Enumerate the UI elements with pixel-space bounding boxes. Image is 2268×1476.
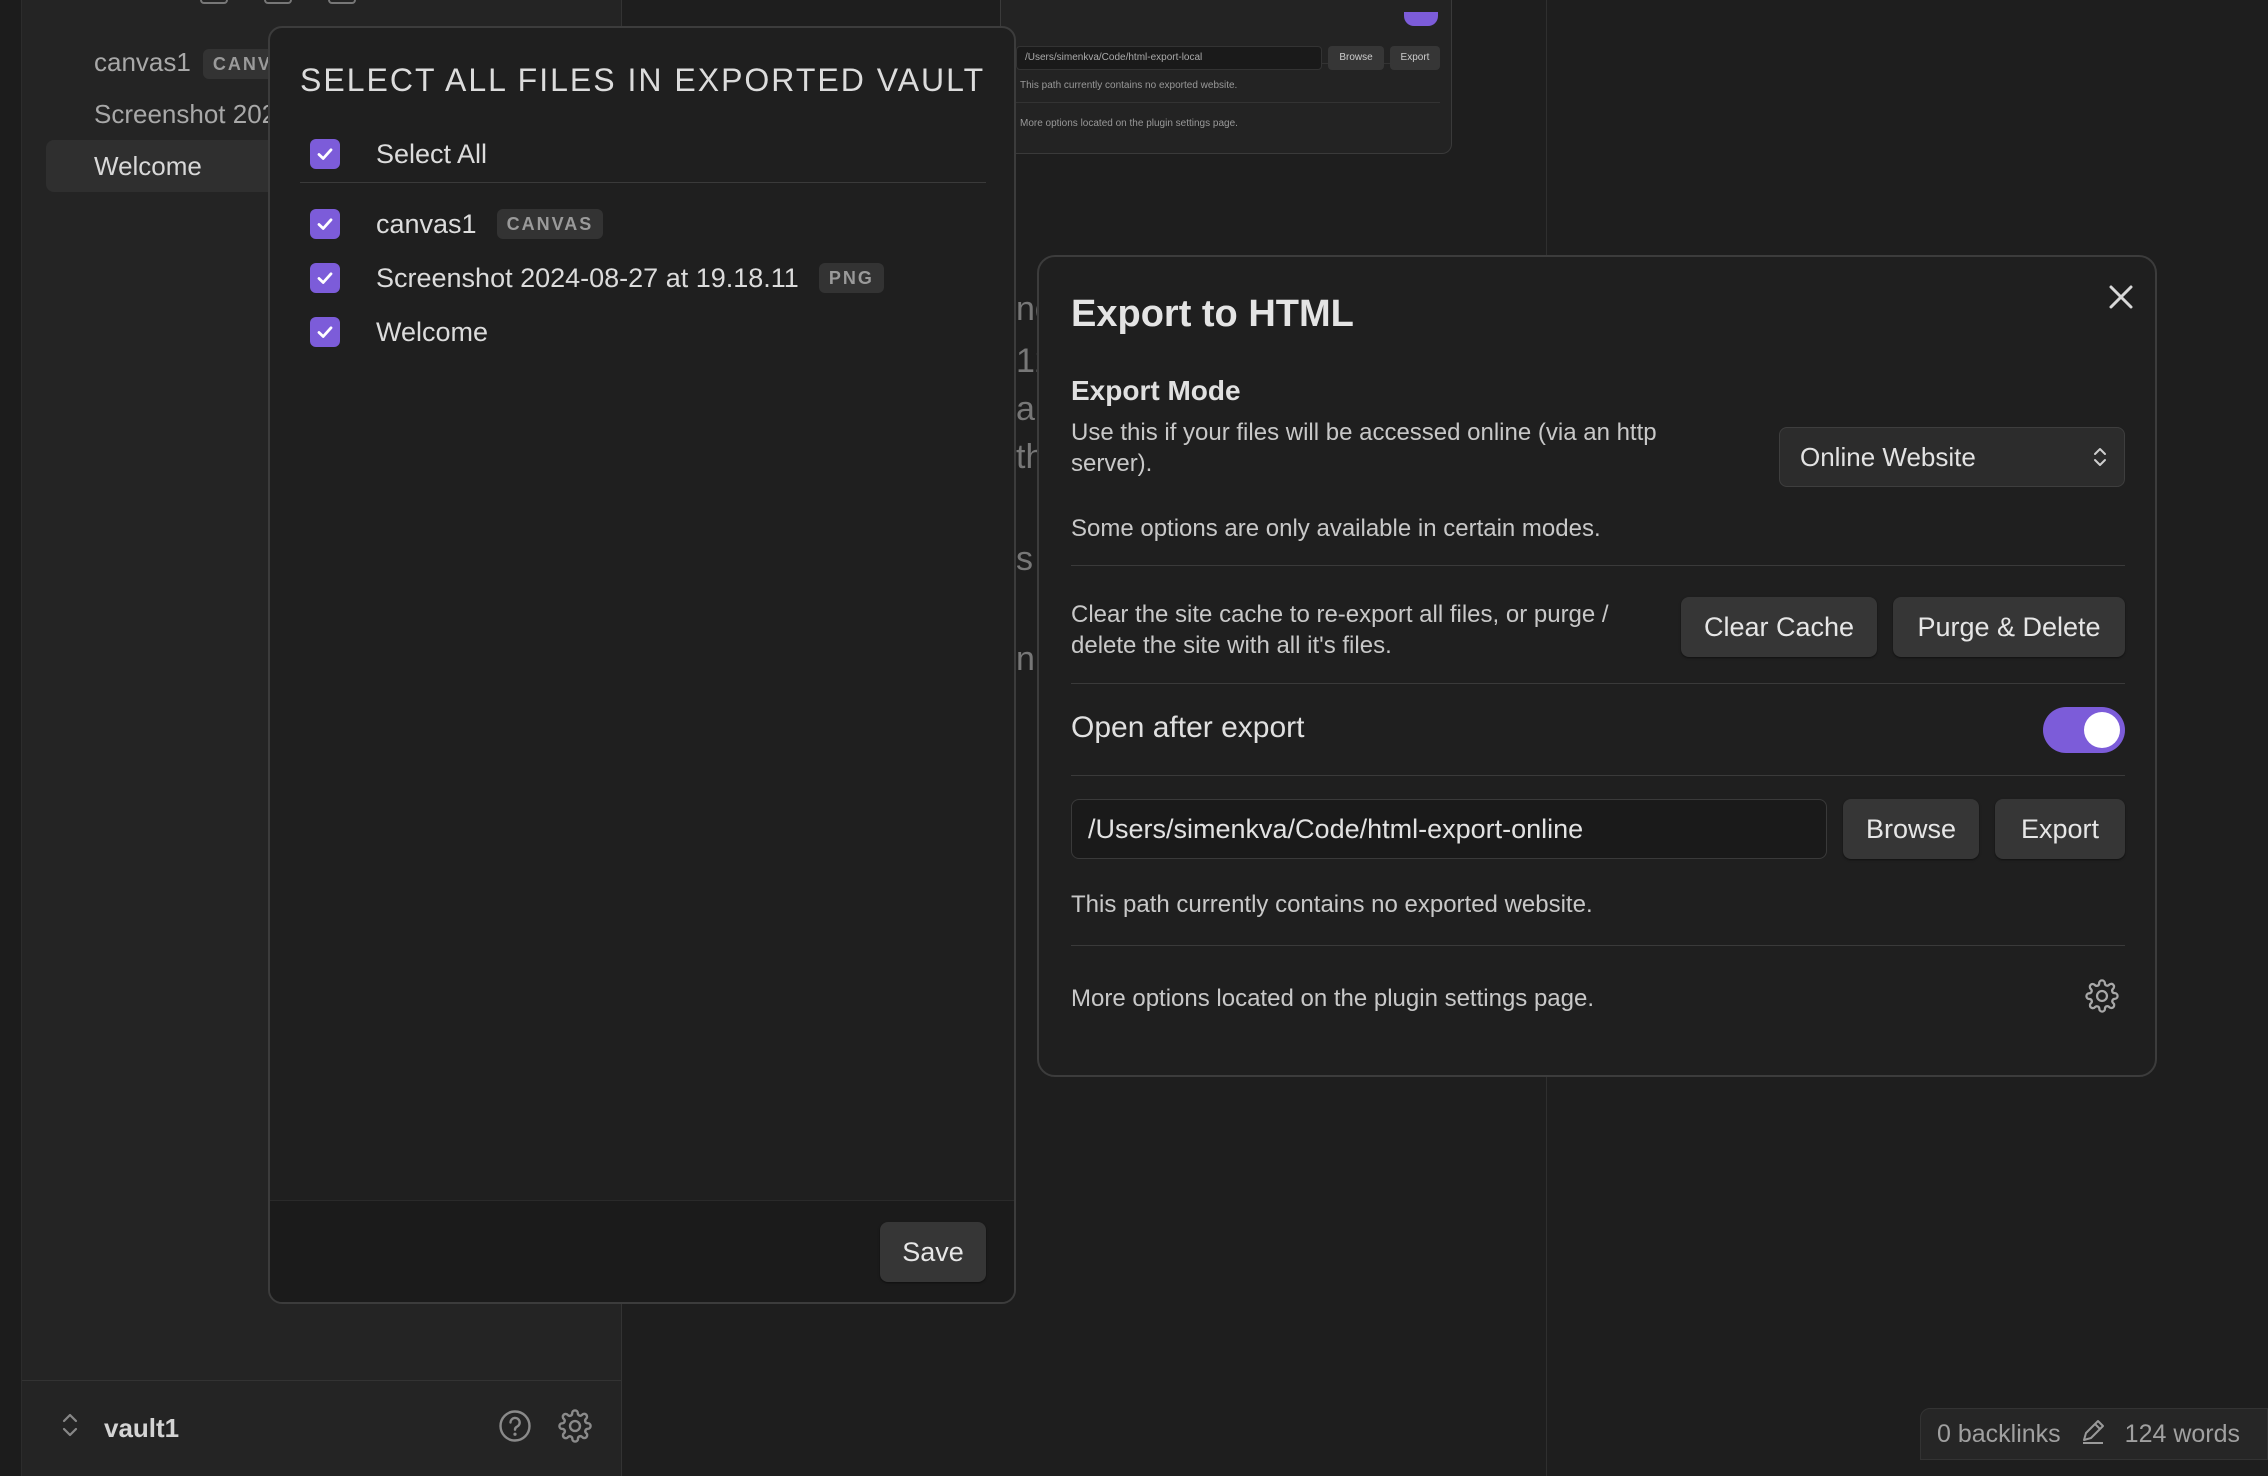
background-export-button: Export	[1390, 46, 1440, 70]
file-type-badge: CANVAS	[496, 209, 604, 239]
file-label: canvas1	[376, 208, 477, 239]
export-html-modal: Export to HTML Export Mode Use this if y…	[1037, 255, 2157, 1077]
file-checkbox[interactable]	[310, 263, 340, 293]
select-files-modal: SELECT ALL FILES IN EXPORTED VAULT Selec…	[268, 26, 1016, 1304]
file-checkbox[interactable]	[310, 209, 340, 239]
editor-text-fragment: s	[1016, 540, 1033, 578]
background-toggle	[1404, 12, 1438, 26]
background-path-note: This path currently contains no exported…	[1020, 80, 1238, 91]
file-checkbox-row[interactable]: canvas1 CANVAS	[310, 204, 604, 244]
divider	[1071, 775, 2125, 776]
export-button[interactable]: Export	[1995, 799, 2125, 859]
file-label: Screenshot 2024-08-27 at 19.18.11	[376, 262, 799, 293]
export-mode-description: Use this if your files will be accessed …	[1071, 419, 1657, 477]
settings-gear-icon[interactable]	[558, 1409, 592, 1448]
export-mode-value: Online Website	[1800, 441, 1976, 472]
modal-title: SELECT ALL FILES IN EXPORTED VAULT	[300, 62, 986, 98]
close-button[interactable]	[2103, 279, 2139, 315]
word-count: 124 words	[2124, 1419, 2241, 1448]
check-icon	[317, 218, 333, 230]
file-type-badge: PNG	[818, 263, 884, 293]
select-all-label: Select All	[376, 138, 488, 169]
background-divider	[1012, 102, 1440, 103]
divider	[1071, 565, 2125, 566]
background-path-input: /Users/simenkva/Code/html-export-local	[1016, 46, 1322, 70]
export-mode-select[interactable]: Online Website	[1779, 427, 2125, 487]
sort-icon[interactable]	[328, 0, 356, 4]
file-checkbox-row[interactable]: Welcome	[310, 312, 488, 352]
purge-delete-button[interactable]: Purge & Delete	[1893, 597, 2125, 657]
file-checkbox[interactable]	[310, 317, 340, 347]
background-dialog-preview	[1000, 0, 1452, 154]
backlinks-count[interactable]: 0 backlinks	[1937, 1420, 2061, 1449]
new-folder-icon[interactable]	[264, 0, 292, 4]
vault-name[interactable]: vault1	[104, 1413, 179, 1444]
select-arrows-icon	[2092, 444, 2108, 477]
sidebar-toolbar	[200, 0, 356, 4]
divider	[1071, 945, 2125, 946]
cache-description: Clear the site cache to re-export all fi…	[1071, 601, 1609, 659]
check-icon	[317, 272, 333, 284]
more-options-note: More options located on the plugin setti…	[1071, 985, 1595, 1012]
ribbon	[0, 0, 22, 1476]
select-all-row[interactable]: Select All	[310, 134, 487, 174]
select-all-checkbox[interactable]	[310, 139, 340, 169]
check-icon	[317, 148, 333, 160]
file-label: Welcome	[376, 316, 489, 347]
modal-title: Export to HTML	[1071, 293, 1354, 335]
toggle-knob	[2084, 712, 2120, 748]
file-label: Welcome	[94, 151, 202, 181]
background-browse-button: Browse	[1328, 46, 1384, 70]
export-mode-title: Export Mode	[1071, 375, 1241, 406]
check-icon	[317, 326, 333, 338]
file-checkbox-row[interactable]: Screenshot 2024-08-27 at 19.18.11 PNG	[310, 258, 884, 298]
background-more-options: More options located on the plugin setti…	[1020, 118, 1238, 129]
divider	[1071, 683, 2125, 684]
mode-note: Some options are only available in certa…	[1071, 515, 1601, 542]
browse-button[interactable]: Browse	[1843, 799, 1979, 859]
clear-cache-button[interactable]: Clear Cache	[1681, 597, 1877, 657]
path-note: This path currently contains no exported…	[1071, 891, 1593, 918]
help-icon[interactable]	[498, 1409, 532, 1448]
divider	[300, 182, 986, 183]
export-path-input[interactable]: /Users/simenkva/Code/html-export-online	[1071, 799, 1827, 859]
open-after-export-toggle[interactable]	[2043, 707, 2125, 753]
open-after-export-label: Open after export	[1071, 711, 1305, 744]
edit-pencil-icon[interactable]	[2079, 1417, 2107, 1452]
new-note-icon[interactable]	[200, 0, 228, 4]
close-icon	[2109, 285, 2133, 309]
vault-bar: vault1	[22, 1380, 622, 1476]
save-button[interactable]: Save	[880, 1222, 986, 1282]
vault-switcher-icon[interactable]	[58, 1411, 82, 1446]
plugin-settings-gear-icon[interactable]	[2085, 979, 2119, 1018]
status-bar: 0 backlinks 124 words	[1920, 1408, 2268, 1460]
file-label: canvas1	[94, 47, 191, 77]
